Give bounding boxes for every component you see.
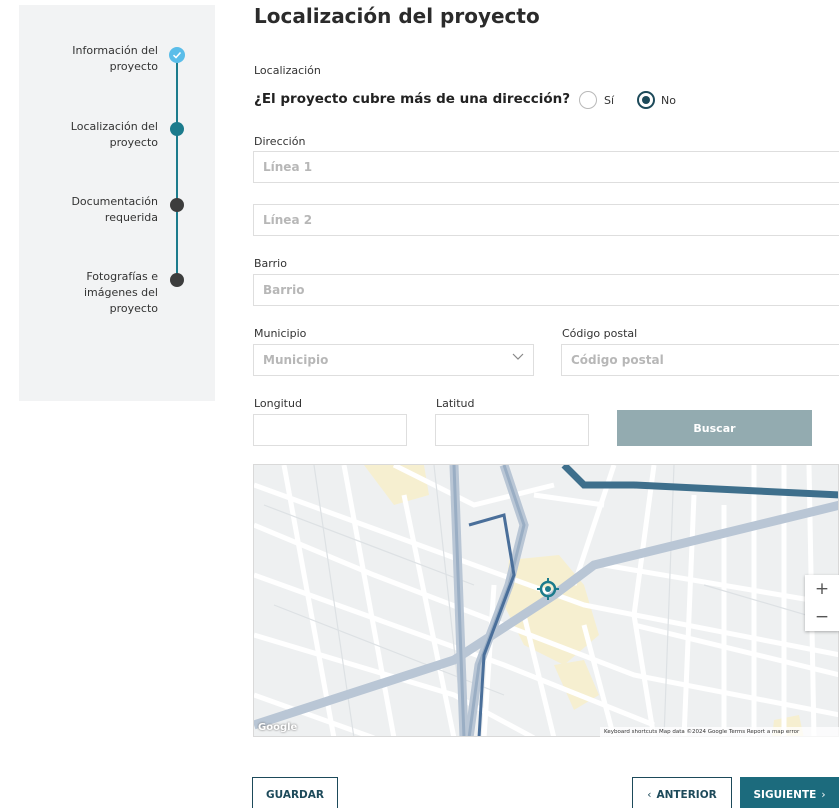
- latitud-input[interactable]: [435, 414, 589, 446]
- stepper-sidebar: Información del proyecto Localización de…: [19, 5, 215, 401]
- step-active-dot-icon[interactable]: [170, 122, 184, 136]
- map-view[interactable]: [253, 464, 839, 737]
- map-zoom-controls: + −: [805, 575, 839, 631]
- map-attribution[interactable]: Keyboard shortcuts Map data ©2024 Google…: [600, 727, 839, 737]
- previous-button-label: ANTERIOR: [656, 789, 717, 801]
- google-logo: Google: [258, 722, 298, 733]
- latitud-label: Latitud: [436, 397, 475, 410]
- zoom-out-button[interactable]: −: [805, 603, 839, 631]
- step-informacion-label[interactable]: Información del proyecto: [38, 43, 158, 75]
- address-line1-input[interactable]: [253, 151, 839, 183]
- barrio-label: Barrio: [254, 257, 287, 270]
- municipio-label: Municipio: [254, 327, 307, 340]
- page-title: Localización del proyecto: [254, 4, 540, 28]
- save-button[interactable]: GUARDAR: [252, 777, 338, 808]
- barrio-input[interactable]: [253, 274, 839, 306]
- step-documentacion-label[interactable]: Documentación requerida: [38, 194, 158, 226]
- next-button-label: SIGUIENTE: [753, 789, 817, 801]
- multiple-address-question: ¿El proyecto cubre más de una dirección?: [254, 91, 571, 107]
- step-localizacion-label[interactable]: Localización del proyecto: [38, 119, 158, 151]
- map-canvas[interactable]: [254, 465, 839, 737]
- search-button[interactable]: Buscar: [617, 410, 812, 446]
- step-todo-dot-icon[interactable]: [170, 273, 184, 287]
- zoom-in-button[interactable]: +: [805, 575, 839, 603]
- chevron-right-icon: ›: [821, 789, 826, 801]
- address-line2-input[interactable]: [253, 204, 839, 236]
- location-target-icon[interactable]: [537, 578, 559, 600]
- step-done-check-icon[interactable]: [169, 47, 185, 63]
- radio-si-label[interactable]: Sí: [604, 94, 614, 107]
- next-button[interactable]: SIGUIENTE ›: [740, 777, 839, 808]
- stepper-rail: [176, 55, 178, 285]
- previous-button[interactable]: ‹ ANTERIOR: [632, 777, 732, 808]
- radio-no-label[interactable]: No: [661, 94, 676, 107]
- longitud-input[interactable]: [253, 414, 407, 446]
- chevron-left-icon: ‹: [647, 789, 652, 801]
- municipio-select[interactable]: [253, 344, 534, 376]
- step-fotografias-label[interactable]: Fotografías e imágenes del proyecto: [38, 269, 158, 317]
- longitud-label: Longitud: [254, 397, 302, 410]
- postal-code-input[interactable]: [561, 344, 839, 376]
- postal-label: Código postal: [562, 327, 638, 340]
- chevron-down-icon[interactable]: [512, 350, 524, 362]
- section-label: Localización: [254, 64, 321, 77]
- radio-si[interactable]: [579, 91, 597, 109]
- address-label: Dirección: [254, 135, 306, 148]
- radio-no[interactable]: [637, 91, 655, 109]
- step-todo-dot-icon[interactable]: [170, 198, 184, 212]
